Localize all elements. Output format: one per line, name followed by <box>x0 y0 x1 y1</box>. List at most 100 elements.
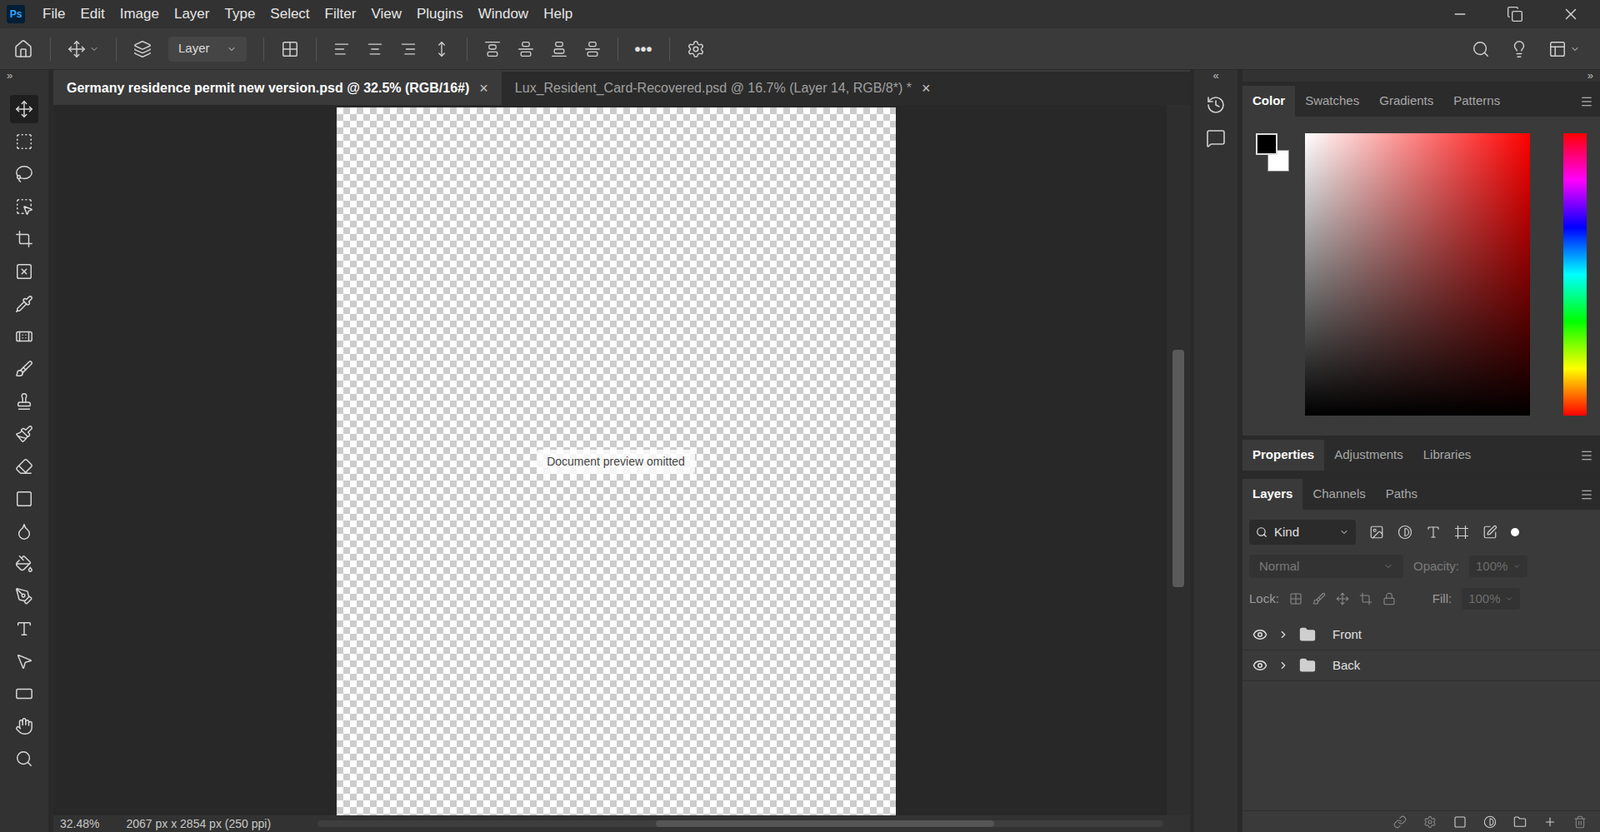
lock-pixels-icon[interactable] <box>1312 592 1326 606</box>
panel-tab[interactable]: Channels <box>1302 479 1375 510</box>
canvas[interactable]: Document preview omitted <box>336 107 896 816</box>
horizontal-scroll-thumb[interactable] <box>655 820 995 828</box>
align-right-icon[interactable] <box>400 40 417 58</box>
hue-slider[interactable] <box>1563 133 1587 416</box>
tool-button[interactable] <box>10 225 39 254</box>
home-icon[interactable] <box>13 39 34 60</box>
tool-button[interactable] <box>10 582 39 611</box>
tool-button[interactable] <box>10 257 39 286</box>
tool-button[interactable] <box>10 647 39 676</box>
layer-row[interactable]: Back <box>1242 650 1600 682</box>
comments-icon[interactable] <box>1205 128 1226 149</box>
move-tool-icon[interactable] <box>67 40 86 59</box>
color-field[interactable] <box>1305 133 1530 416</box>
tool-button[interactable] <box>10 290 39 319</box>
menu-item[interactable]: View <box>363 3 410 25</box>
opacity-field[interactable]: 100% <box>1469 555 1528 578</box>
visibility-eye-icon[interactable] <box>1252 658 1268 674</box>
tool-button[interactable] <box>10 485 39 514</box>
tool-button[interactable] <box>10 127 39 156</box>
workspace-icon[interactable] <box>1548 40 1567 59</box>
tool-button[interactable] <box>10 192 39 221</box>
panel-tab[interactable]: Color <box>1242 85 1295 117</box>
expand-icon[interactable] <box>1277 660 1290 672</box>
tool-button[interactable] <box>10 550 39 579</box>
panel-tab[interactable]: Paths <box>1375 479 1428 510</box>
delete-layer-icon[interactable] <box>1573 815 1587 830</box>
panel-menu-icon[interactable] <box>1580 449 1594 463</box>
transform-controls-icon[interactable] <box>280 40 300 59</box>
filter-adjustment-icon[interactable] <box>1397 525 1413 540</box>
layer-filter[interactable]: Kind <box>1249 520 1356 545</box>
tool-button[interactable] <box>10 745 39 774</box>
lock-all-icon[interactable] <box>1382 592 1396 606</box>
scroll-thumb[interactable] <box>1172 350 1185 588</box>
settings-icon[interactable] <box>686 40 705 59</box>
tool-button[interactable] <box>10 95 39 124</box>
menu-item[interactable]: Edit <box>72 3 112 25</box>
panels-toggle[interactable]: » <box>1242 70 1600 82</box>
close-window-icon[interactable] <box>1561 5 1580 24</box>
document-tab[interactable]: Germany residence permit new version.psd… <box>53 71 502 105</box>
menu-item[interactable]: Select <box>262 3 317 25</box>
zoom-level[interactable]: 32.48% <box>60 815 100 832</box>
panel-tab[interactable]: Libraries <box>1413 440 1482 471</box>
tool-button[interactable] <box>10 355 39 384</box>
visibility-eye-icon[interactable] <box>1252 627 1268 643</box>
menu-item[interactable]: File <box>35 3 73 25</box>
add-mask-icon[interactable] <box>1453 815 1467 830</box>
discover-icon[interactable] <box>1510 40 1529 59</box>
panel-tab[interactable]: Gradients <box>1369 85 1444 117</box>
more-options[interactable]: ••• <box>635 36 653 62</box>
panel-tab[interactable]: Adjustments <box>1324 440 1414 471</box>
tool-button[interactable] <box>10 160 39 189</box>
align-top-icon[interactable] <box>484 40 501 58</box>
align-middle-icon[interactable] <box>517 40 535 58</box>
align-left-icon[interactable] <box>333 40 350 58</box>
link-layers-icon[interactable] <box>1393 815 1407 830</box>
menu-item[interactable]: Type <box>216 3 263 25</box>
panel-menu-icon[interactable] <box>1580 95 1594 109</box>
document-tab[interactable]: Lux_Resident_Card-Recovered.psd @ 16.7% … <box>501 71 945 105</box>
history-icon[interactable] <box>1205 95 1226 115</box>
panel-tab[interactable]: Layers <box>1242 479 1303 510</box>
color-swatches[interactable] <box>1255 133 1289 174</box>
auto-select-icon[interactable] <box>133 40 152 59</box>
foreground-color[interactable] <box>1255 133 1278 155</box>
close-tab-button[interactable]: × <box>479 77 489 100</box>
layer-row[interactable]: Front <box>1242 620 1600 651</box>
filter-smart-icon[interactable] <box>1482 525 1498 540</box>
new-layer-icon[interactable] <box>1543 815 1557 830</box>
menu-item[interactable]: Help <box>535 3 580 25</box>
tool-button[interactable] <box>10 452 39 481</box>
tool-button[interactable] <box>10 517 39 546</box>
menu-item[interactable]: Image <box>112 3 167 25</box>
tool-button[interactable] <box>10 680 39 709</box>
panel-menu-icon[interactable] <box>1580 488 1594 502</box>
tool-preset-icon[interactable] <box>89 44 100 55</box>
align-bottom-icon[interactable] <box>550 40 568 58</box>
lock-artboard-icon[interactable] <box>1359 592 1373 606</box>
panel-tab[interactable]: Swatches <box>1295 85 1370 117</box>
close-tab-button[interactable]: × <box>921 77 931 100</box>
panel-tab[interactable]: Properties <box>1242 440 1325 471</box>
menu-item[interactable]: Layer <box>166 3 218 25</box>
distribute-vertical-icon[interactable] <box>584 40 601 58</box>
align-center-icon[interactable] <box>366 40 384 58</box>
menu-item[interactable]: Filter <box>317 3 365 25</box>
distribute-icon[interactable] <box>433 40 450 58</box>
blend-mode[interactable]: Normal <box>1249 555 1404 579</box>
panel-tab[interactable]: Patterns <box>1443 85 1510 117</box>
new-adjustment-icon[interactable] <box>1483 815 1497 830</box>
search-icon[interactable] <box>1471 40 1490 59</box>
auto-select-dropdown[interactable]: Layer <box>168 36 247 62</box>
new-group-icon[interactable] <box>1513 815 1527 830</box>
filter-type-icon[interactable] <box>1425 525 1441 540</box>
filter-toggle[interactable] <box>1510 528 1520 537</box>
filter-shape-icon[interactable] <box>1454 525 1470 540</box>
menu-item[interactable]: Window <box>470 3 536 25</box>
tool-button[interactable] <box>10 615 39 644</box>
filter-pixel-icon[interactable] <box>1369 525 1385 540</box>
restore-icon[interactable] <box>1506 5 1524 23</box>
tool-button[interactable] <box>10 712 39 741</box>
